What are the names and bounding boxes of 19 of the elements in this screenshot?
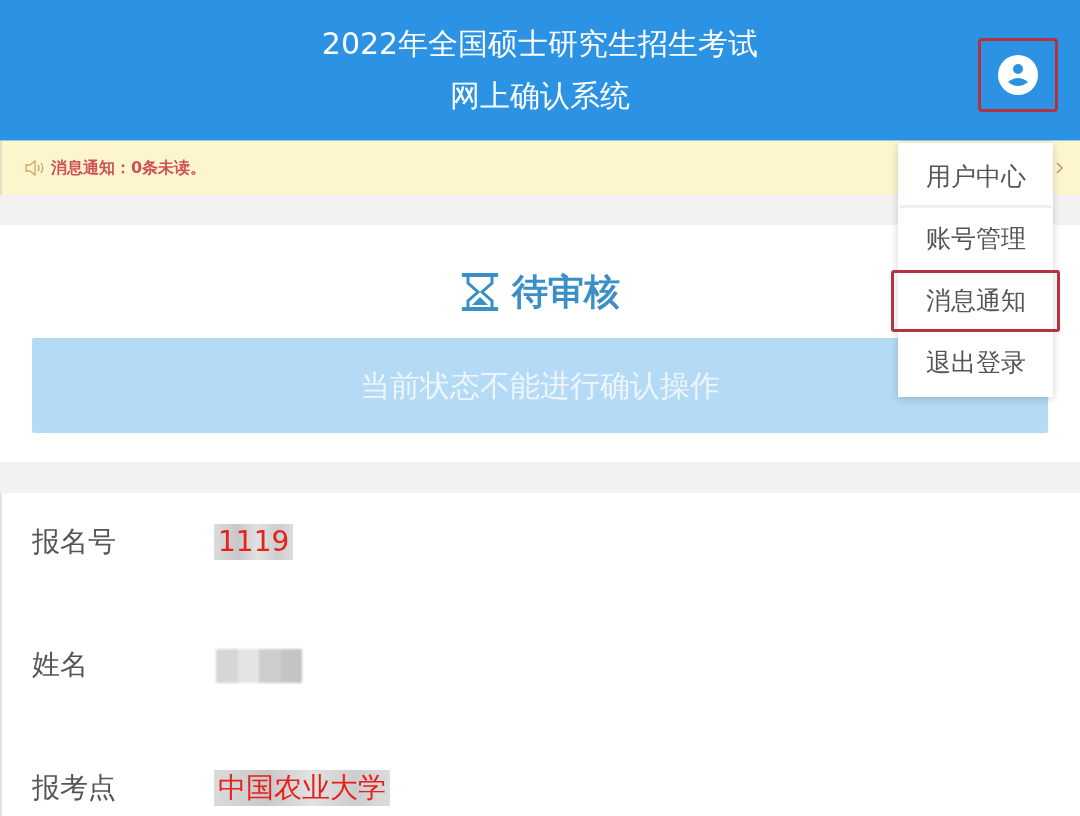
field-label: 报考点	[32, 770, 117, 806]
hourglass-icon	[460, 271, 500, 313]
user-button[interactable]	[978, 38, 1058, 112]
page-title: 网上确认系统	[450, 77, 630, 115]
status-message: 当前状态不能进行确认操作	[360, 367, 720, 405]
notice-text[interactable]: 消息通知：0条未读。	[51, 156, 207, 180]
field-label: 报名号	[32, 524, 117, 560]
chevron-right-icon	[1056, 162, 1064, 174]
menu-item[interactable]: 用户中心	[898, 146, 1053, 208]
field-value: 1119	[214, 524, 294, 560]
user-avatar-icon	[998, 55, 1038, 95]
menu-item[interactable]: 消息通知	[891, 270, 1060, 332]
speaker-icon	[25, 160, 45, 176]
field-label: 姓名	[32, 647, 89, 683]
menu-item[interactable]: 退出登录	[898, 332, 1053, 394]
field-value: 中国农业大学	[214, 770, 390, 806]
page-title: 2022年全国硕士研究生招生考试	[321, 25, 759, 63]
status-title: 待审核	[512, 270, 620, 314]
menu-item[interactable]: 账号管理	[898, 208, 1053, 270]
